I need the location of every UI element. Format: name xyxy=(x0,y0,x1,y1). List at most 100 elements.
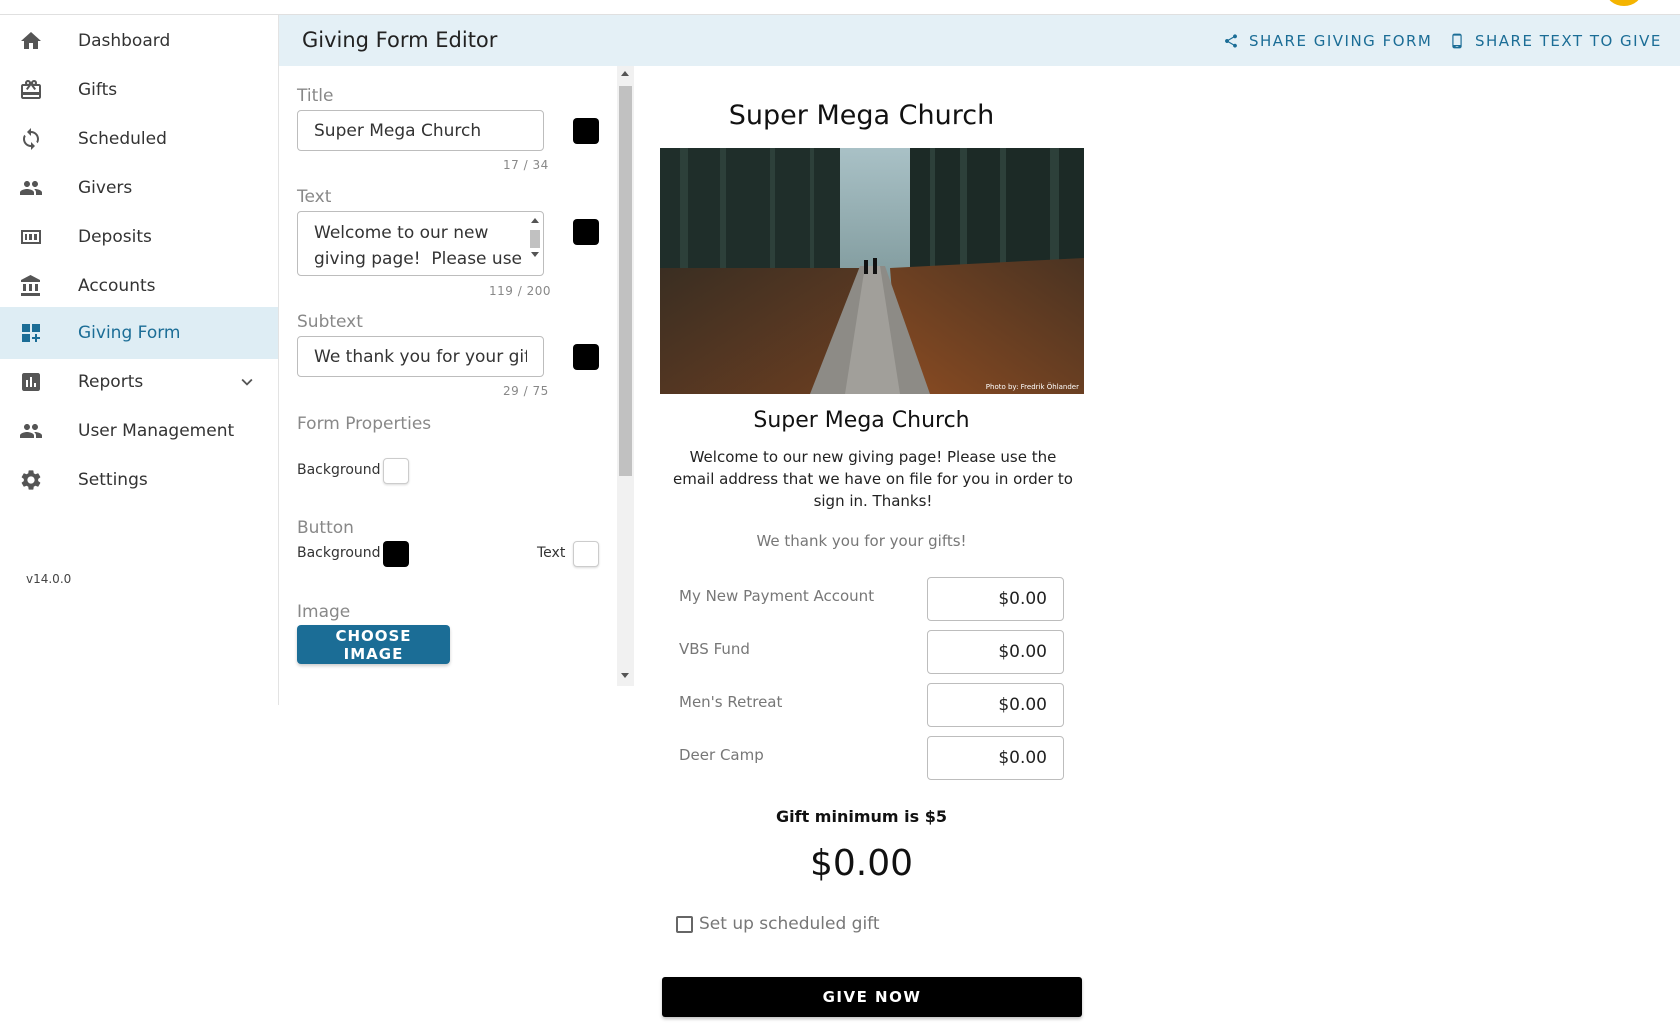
text-field-label: Text xyxy=(297,187,332,207)
image-field-label: Image xyxy=(297,602,351,622)
recurring-icon xyxy=(18,126,44,152)
share-text-to-give-button[interactable]: SHARE TEXT TO GIVE xyxy=(1449,29,1662,53)
bank-icon xyxy=(18,273,44,299)
sidebar-item-user-management[interactable]: User Management xyxy=(0,405,278,457)
fund-amount-wrapper xyxy=(927,630,1064,674)
textarea-scrollbar[interactable] xyxy=(528,214,541,277)
text-input-wrapper: Welcome to our new giving page! Please u… xyxy=(297,211,544,276)
text-char-counter: 119 / 200 xyxy=(489,284,551,298)
sidebar-item-gifts[interactable]: Gifts xyxy=(0,64,278,116)
sidebar-item-label: Giving Form xyxy=(78,323,181,343)
button-background-swatch[interactable] xyxy=(383,541,409,567)
button-text-swatch[interactable] xyxy=(573,541,599,567)
gift-total: $0.00 xyxy=(809,843,914,884)
scheduled-gift-checkbox[interactable]: Set up scheduled gift xyxy=(676,914,880,934)
sidebar-item-label: Settings xyxy=(78,470,148,490)
subtext-char-counter: 29 / 75 xyxy=(503,384,549,398)
fund-name: My New Payment Account xyxy=(679,587,875,605)
button-background-label: Background xyxy=(297,545,381,561)
fund-row: VBS Fund xyxy=(679,630,1074,684)
subtext-input[interactable] xyxy=(298,337,543,376)
people-icon xyxy=(18,418,44,444)
subtext-input-wrapper xyxy=(297,336,544,377)
sidebar-item-accounts[interactable]: Accounts xyxy=(0,260,278,312)
share-text-to-give-label: SHARE TEXT TO GIVE xyxy=(1475,32,1662,50)
button-section-label: Button xyxy=(297,518,354,538)
checkbox-icon[interactable] xyxy=(676,915,693,933)
bar-chart-icon xyxy=(18,369,44,395)
deposit-icon xyxy=(18,224,44,250)
sidebar-item-givers[interactable]: Givers xyxy=(0,162,278,214)
editor-scrollbar[interactable] xyxy=(617,66,634,686)
page-header: Giving Form Editor SHARE GIVING FORM SHA… xyxy=(279,15,1680,66)
phone-icon xyxy=(1452,33,1462,49)
fund-name: Deer Camp xyxy=(679,746,764,764)
sidebar-item-label: Reports xyxy=(78,372,144,392)
image-credit: Photo by: Fredrik Öhlander xyxy=(985,383,1079,391)
preview-text: Welcome to our new giving page! Please u… xyxy=(673,448,1073,510)
gift-minimum-text: Gift minimum is $5 xyxy=(776,807,947,826)
fund-name: VBS Fund xyxy=(679,640,750,658)
fund-amount-input[interactable] xyxy=(928,737,1063,779)
title-input[interactable] xyxy=(298,111,543,150)
sidebar-item-label: Accounts xyxy=(78,276,156,296)
sidebar-item-label: Scheduled xyxy=(78,129,167,149)
sidebar-item-giving-form[interactable]: Giving Form xyxy=(0,307,278,359)
sidebar-item-scheduled[interactable]: Scheduled xyxy=(0,113,278,165)
sidebar: Dashboard Gifts Scheduled Givers Deposit… xyxy=(0,15,279,705)
preview-heading: Super Mega Church xyxy=(753,408,970,433)
top-bar xyxy=(0,0,1680,15)
subtext-color-swatch[interactable] xyxy=(573,344,599,370)
sidebar-item-reports[interactable]: Reports xyxy=(0,356,278,408)
share-giving-form-button[interactable]: SHARE GIVING FORM xyxy=(1223,29,1432,53)
subtext-field-label: Subtext xyxy=(297,312,363,332)
title-field-label: Title xyxy=(297,86,334,106)
text-color-swatch[interactable] xyxy=(573,219,599,245)
choose-image-button[interactable]: CHOOSE IMAGE xyxy=(297,625,450,664)
sidebar-item-dashboard[interactable]: Dashboard xyxy=(0,15,278,67)
scheduled-gift-label: Set up scheduled gift xyxy=(699,914,880,934)
share-giving-form-label: SHARE GIVING FORM xyxy=(1249,32,1433,50)
gear-icon xyxy=(18,467,44,493)
preview-title: Super Mega Church xyxy=(728,100,995,131)
fund-row: Men's Retreat xyxy=(679,683,1074,737)
app-version: v14.0.0 xyxy=(26,572,72,586)
home-icon xyxy=(18,28,44,54)
form-background-label: Background xyxy=(297,462,381,478)
header-image: Photo by: Fredrik Öhlander xyxy=(660,148,1084,394)
sidebar-item-deposits[interactable]: Deposits xyxy=(0,211,278,263)
fund-name: Men's Retreat xyxy=(679,693,783,711)
avatar[interactable] xyxy=(1606,0,1642,6)
people-icon xyxy=(18,175,44,201)
preview-subtext: We thank you for your gifts! xyxy=(756,532,967,550)
gift-card-icon xyxy=(18,77,44,103)
title-input-wrapper xyxy=(297,110,544,151)
share-icon xyxy=(1225,34,1237,48)
fund-row: My New Payment Account xyxy=(679,577,1074,631)
fund-amount-wrapper xyxy=(927,736,1064,780)
give-now-button[interactable]: GIVE NOW xyxy=(662,977,1082,1017)
form-editor-panel: Title 17 / 34 Text Welcome to our new gi… xyxy=(279,66,634,686)
title-char-counter: 17 / 34 xyxy=(503,158,549,172)
sidebar-item-label: Gifts xyxy=(78,80,118,100)
fund-amount-input[interactable] xyxy=(928,631,1063,673)
fund-amount-input[interactable] xyxy=(928,578,1063,620)
title-color-swatch[interactable] xyxy=(573,118,599,144)
button-text-label: Text xyxy=(537,545,566,561)
sidebar-item-settings[interactable]: Settings xyxy=(0,454,278,506)
fund-amount-wrapper xyxy=(927,683,1064,727)
text-textarea[interactable]: Welcome to our new giving page! Please u… xyxy=(298,212,543,275)
fund-row: Deer Camp xyxy=(679,736,1074,790)
form-properties-label: Form Properties xyxy=(297,414,432,434)
page-title: Giving Form Editor xyxy=(302,28,498,52)
sidebar-item-label: Deposits xyxy=(78,227,152,247)
fund-amount-input[interactable] xyxy=(928,684,1063,726)
sidebar-item-label: Dashboard xyxy=(78,31,171,51)
forest-path-image xyxy=(660,148,1084,394)
giving-form-preview: Super Mega Church Photo by: Fredrik Öhla… xyxy=(634,66,1089,1026)
dashboard-add-icon xyxy=(18,320,44,346)
chevron-down-icon[interactable] xyxy=(236,371,258,393)
sidebar-item-label: User Management xyxy=(78,421,235,441)
sidebar-item-label: Givers xyxy=(78,178,133,198)
form-background-swatch[interactable] xyxy=(383,458,409,484)
